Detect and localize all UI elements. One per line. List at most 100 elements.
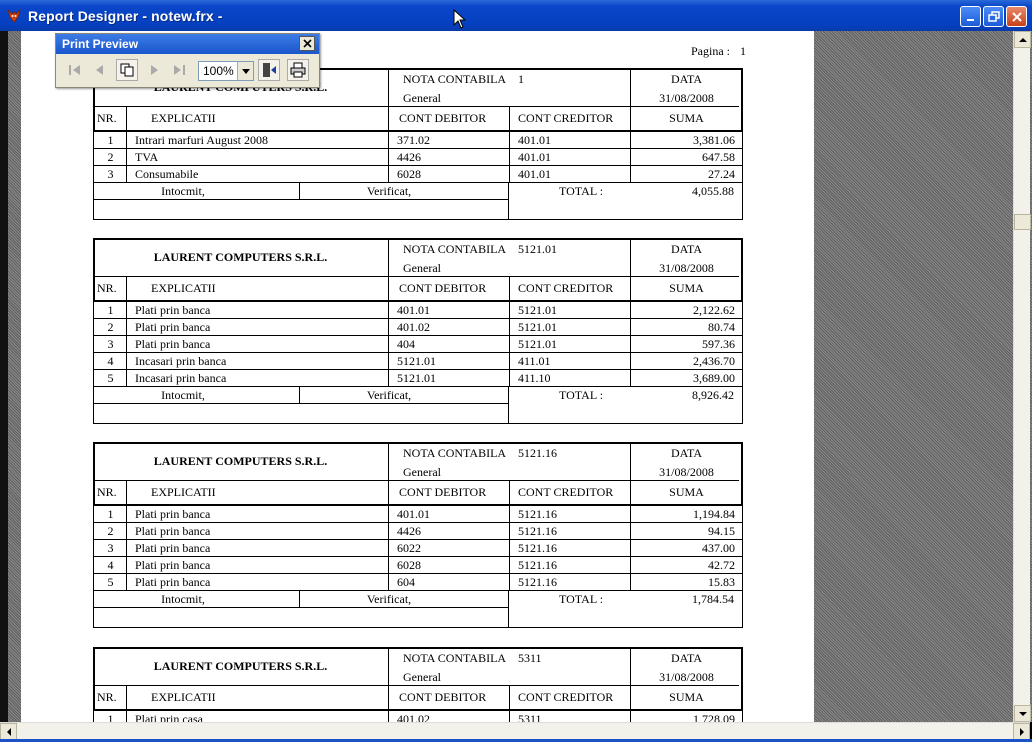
zoom-dropdown-button[interactable] xyxy=(237,62,253,80)
window-titlebar[interactable]: Report Designer - notew.frx - xyxy=(0,0,1032,31)
row-nr: 2 xyxy=(107,150,114,164)
first-page-icon xyxy=(69,65,80,75)
row-explicatie: Plati prin casa xyxy=(135,712,203,722)
table-row: 4 Plati prin banca 6028 5121.16 42.72 xyxy=(93,557,743,574)
col-header-credit: CONT CREDITOR xyxy=(518,111,614,125)
verificat-label: Verificat, xyxy=(366,184,412,198)
row-cont-creditor: 401.01 xyxy=(518,167,551,181)
row-suma: 3,381.06 xyxy=(693,133,735,147)
row-nr: 1 xyxy=(107,507,114,521)
last-page-icon xyxy=(174,65,185,75)
vertical-scrollbar[interactable] xyxy=(1013,31,1031,722)
first-page-button[interactable] xyxy=(64,59,86,81)
divider xyxy=(388,647,389,711)
row-cont-creditor: 5121.01 xyxy=(518,337,557,351)
restore-button[interactable] xyxy=(983,6,1004,27)
row-cont-creditor: 401.01 xyxy=(518,133,551,147)
row-explicatie: Plati prin banca xyxy=(135,575,211,589)
divider xyxy=(509,540,510,556)
row-cont-debitor: 401.02 xyxy=(397,320,430,334)
pages-icon xyxy=(120,63,134,77)
print-preview-close-button[interactable] xyxy=(299,36,315,51)
divider xyxy=(509,319,510,335)
row-cont-debitor: 371.02 xyxy=(397,133,430,147)
scroll-right-button[interactable] xyxy=(1013,723,1030,740)
minimize-button[interactable] xyxy=(960,6,981,27)
close-icon xyxy=(1011,11,1022,22)
intocmit-label: Intocmit, xyxy=(161,592,205,606)
col-header-nr: NR. xyxy=(97,111,117,125)
vertical-scroll-thumb[interactable] xyxy=(1014,214,1031,230)
print-preview-toolbar[interactable]: Print Preview 100% xyxy=(55,33,320,88)
divider xyxy=(126,106,127,132)
nota-subtitle: General xyxy=(403,91,441,105)
print-preview-titlebar[interactable]: Print Preview xyxy=(56,34,319,54)
divider xyxy=(509,132,510,148)
go-to-page-button[interactable] xyxy=(116,59,138,81)
exit-preview-button[interactable] xyxy=(258,59,280,81)
previous-page-button[interactable] xyxy=(88,59,110,81)
date-value: 31/08/2008 xyxy=(659,670,714,684)
row-cont-debitor: 4426 xyxy=(397,150,421,164)
row-cont-debitor: 6022 xyxy=(397,541,421,555)
divider xyxy=(388,370,389,386)
row-cont-creditor: 5121.16 xyxy=(518,507,557,521)
window-left-border xyxy=(0,31,8,722)
divider xyxy=(509,370,510,386)
printer-icon xyxy=(290,62,306,78)
nota-subtitle: General xyxy=(403,465,441,479)
nota-number: 5311 xyxy=(518,651,542,665)
row-explicatie: Plati prin banca xyxy=(135,524,211,538)
scroll-up-button[interactable] xyxy=(1014,31,1031,48)
window-title: Report Designer - notew.frx - xyxy=(28,7,223,24)
total-value: 4,055.88 xyxy=(692,184,734,198)
total-value: 8,926.42 xyxy=(692,388,734,402)
horizontal-scrollbar[interactable] xyxy=(0,722,1030,740)
nota-number: 5121.16 xyxy=(518,446,557,460)
print-button[interactable] xyxy=(287,59,309,81)
row-nr: 5 xyxy=(107,575,114,589)
row-nr: 3 xyxy=(107,541,114,555)
row-suma: 1,728.09 xyxy=(693,712,735,722)
row-suma: 27.24 xyxy=(708,167,735,181)
divider xyxy=(509,480,510,506)
verificat-label: Verificat, xyxy=(366,388,412,402)
scroll-left-button[interactable] xyxy=(0,723,17,740)
total-value: 1,784.54 xyxy=(692,592,734,606)
col-header-suma: SUMA xyxy=(669,111,704,125)
divider xyxy=(388,336,389,352)
divider xyxy=(509,106,510,132)
row-cont-creditor: 411.10 xyxy=(518,371,551,385)
nota-label: NOTA CONTABILA xyxy=(403,72,507,86)
row-suma: 42.72 xyxy=(708,558,735,572)
row-suma: 437.00 xyxy=(702,541,735,555)
nota-number: 5121.01 xyxy=(518,242,557,256)
zoom-select[interactable]: 100% xyxy=(198,61,254,81)
divider xyxy=(388,523,389,539)
row-cont-debitor: 6028 xyxy=(397,558,421,572)
col-header-debit: CONT DEBITOR xyxy=(399,111,487,125)
divider xyxy=(126,480,127,506)
row-cont-debitor: 6028 xyxy=(397,167,421,181)
col-header-debit: CONT DEBITOR xyxy=(399,690,487,704)
col-header-explicatii: EXPLICATII xyxy=(151,690,216,704)
col-header-nr: NR. xyxy=(97,485,117,499)
last-page-button[interactable] xyxy=(168,59,190,81)
app-fox-icon xyxy=(5,7,23,25)
block-footer: Intocmit, Verificat, TOTAL : 4,055.88 xyxy=(93,183,743,220)
row-cont-creditor: 5121.16 xyxy=(518,575,557,589)
divider xyxy=(388,302,389,318)
close-button[interactable] xyxy=(1006,6,1027,27)
row-suma: 80.74 xyxy=(708,320,735,334)
scroll-down-button[interactable] xyxy=(1014,705,1031,722)
row-nr: 2 xyxy=(107,524,114,538)
zoom-value: 100% xyxy=(203,64,234,78)
next-page-icon xyxy=(151,65,158,75)
intocmit-label: Intocmit, xyxy=(161,388,205,402)
total-label: TOTAL : xyxy=(559,184,604,198)
next-page-button[interactable] xyxy=(144,59,166,81)
row-cont-creditor: 411.01 xyxy=(518,354,551,368)
divider xyxy=(388,574,389,590)
table-row: 2 Plati prin banca 401.02 5121.01 80.74 xyxy=(93,319,743,336)
table-row: 5 Plati prin banca 604 5121.16 15.83 xyxy=(93,574,743,591)
